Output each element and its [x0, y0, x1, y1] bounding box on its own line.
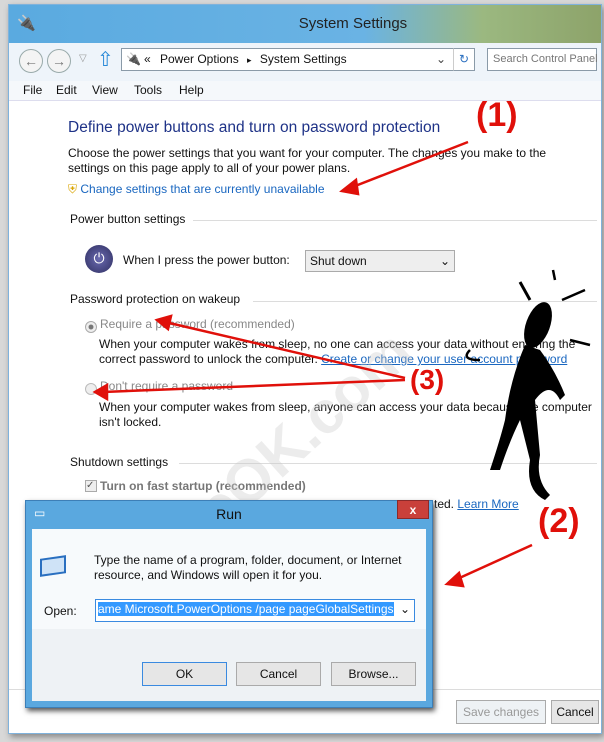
chevron-down-icon[interactable]: ⌄	[399, 602, 410, 616]
annotation-2: (2)	[538, 502, 580, 540]
ok-button[interactable]: OK	[142, 662, 227, 686]
run-description: Type the name of a program, folder, docu…	[94, 553, 402, 567]
annotation-3: (3)	[410, 364, 445, 395]
arrow-2-head	[444, 570, 465, 588]
arrow-3a-head	[154, 314, 173, 332]
arrow-3b	[102, 378, 406, 394]
cancel-button[interactable]: Cancel	[236, 662, 321, 686]
open-input[interactable]: ame Microsoft.PowerOptions /page pageGlo…	[95, 599, 415, 622]
arrow-1-head	[339, 177, 360, 196]
close-button[interactable]: x	[397, 500, 429, 519]
browse-button[interactable]: Browse...	[331, 662, 416, 686]
arrow-3b-head	[92, 382, 109, 402]
open-input-value: ame Microsoft.PowerOptions /page pageGlo…	[98, 602, 394, 616]
open-label: Open:	[44, 604, 77, 618]
run-title: Run	[216, 506, 242, 522]
run-dialog: ▭ Run x Type the name of a program, fold…	[25, 500, 433, 708]
stick-figure	[465, 269, 591, 500]
run-description-2: resource, and Windows will open it for y…	[94, 568, 323, 582]
run-program-icon	[40, 555, 66, 577]
arrow-1	[349, 140, 469, 190]
arrow-2	[454, 543, 533, 582]
run-dialog-body: Type the name of a program, folder, docu…	[32, 529, 426, 701]
annotation-1: (1)	[476, 96, 518, 134]
arrow-3a	[164, 320, 406, 380]
